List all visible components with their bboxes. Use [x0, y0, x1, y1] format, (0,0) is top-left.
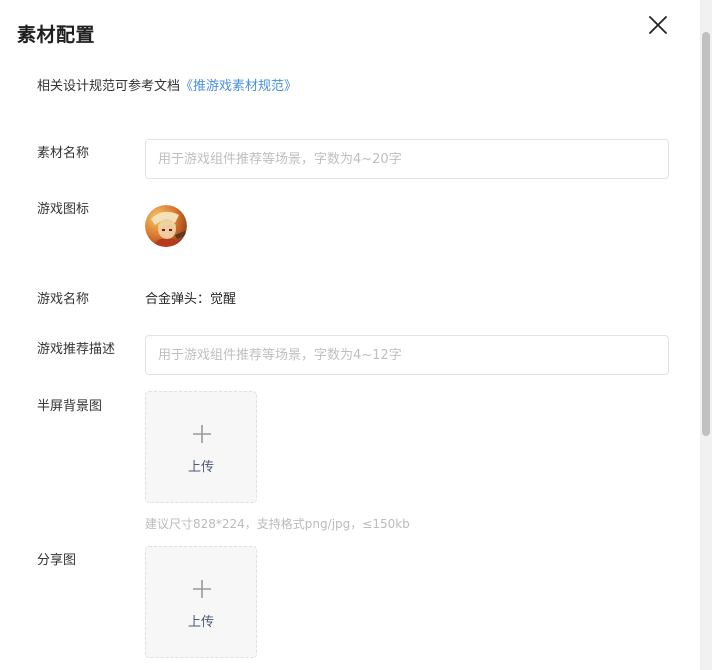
- game-desc-input[interactable]: [145, 335, 669, 375]
- vertical-scrollbar[interactable]: [700, 0, 712, 670]
- plus-icon: [193, 580, 211, 598]
- close-button[interactable]: [645, 12, 671, 38]
- plus-icon: [193, 425, 211, 443]
- spec-doc-link[interactable]: 《推游戏素材规范》: [180, 79, 297, 94]
- game-avatar-icon: [145, 205, 187, 247]
- half-screen-bg-upload[interactable]: 上传: [145, 391, 257, 503]
- material-name-input[interactable]: [145, 139, 669, 179]
- close-icon: [649, 16, 667, 34]
- material-name-label: 素材名称: [37, 146, 90, 161]
- half-screen-bg-hint: 建议尺寸828*224，支持格式png/jpg，≤150kb: [145, 517, 410, 531]
- share-image-label: 分享图: [37, 553, 77, 568]
- game-name-value: 合金弹头：觉醒: [145, 292, 237, 307]
- upload-label: 上传: [187, 615, 214, 630]
- scrollbar-thumb[interactable]: [702, 32, 710, 436]
- material-config-dialog: 素材配置 相关设计规范可参考文档《推游戏素材规范》 素材名称 游戏图标: [0, 0, 700, 670]
- upload-label: 上传: [187, 460, 214, 475]
- game-desc-label: 游戏推荐描述: [37, 342, 116, 357]
- game-icon-label: 游戏图标: [37, 202, 90, 217]
- game-icon-image: [145, 205, 187, 247]
- game-name-label: 游戏名称: [37, 292, 90, 307]
- dialog-title: 素材配置: [17, 24, 96, 46]
- spec-tip: 相关设计规范可参考文档《推游戏素材规范》: [37, 75, 297, 94]
- half-screen-bg-label: 半屏背景图: [37, 399, 103, 414]
- share-image-upload[interactable]: 上传: [145, 546, 257, 658]
- spec-tip-text: 相关设计规范可参考文档: [37, 79, 181, 94]
